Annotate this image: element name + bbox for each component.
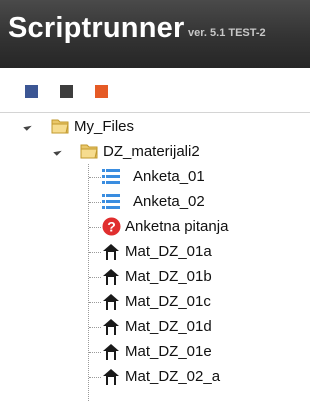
tree-node-dz-materijali2[interactable]: DZ_materijali2 (0, 140, 310, 164)
tree-item[interactable]: Anketa_01 (0, 165, 310, 189)
dark-square-button[interactable] (60, 85, 73, 98)
tree-connector (89, 227, 101, 228)
expand-arrow-icon[interactable] (53, 147, 62, 156)
tree-connector (89, 177, 101, 178)
tree-item[interactable]: Mat_DZ_01e (0, 340, 310, 364)
folder-open-icon (51, 119, 69, 134)
tree-item-label: Mat_DZ_01d (125, 318, 212, 335)
house-icon (103, 369, 119, 385)
app-version: ver. 5.1 TEST-2 (188, 27, 266, 39)
tree-node-my-files[interactable]: My_Files (0, 115, 310, 139)
list-icon (102, 194, 120, 209)
question-icon: ? (102, 217, 121, 236)
tree-connector (89, 377, 101, 378)
tree-connector (89, 352, 101, 353)
house-icon (103, 244, 119, 260)
tree-connector (89, 302, 101, 303)
app-header: Scriptrunner ver. 5.1 TEST-2 (0, 0, 310, 68)
tree-item-label: Mat_DZ_01e (125, 343, 212, 360)
tree-item[interactable]: Mat_DZ_01b (0, 265, 310, 289)
tree-item[interactable]: Anketa_02 (0, 190, 310, 214)
tree-item-label: Mat_DZ_01b (125, 268, 212, 285)
tree-item[interactable]: Mat_DZ_02_a (0, 365, 310, 389)
tree-item[interactable]: Mat_DZ_01c (0, 290, 310, 314)
list-icon (102, 169, 120, 184)
tree-item-label: Mat_DZ_01c (125, 293, 211, 310)
tree-item-label: Anketa_02 (133, 193, 205, 210)
house-icon (103, 269, 119, 285)
tree-connector (89, 327, 101, 328)
toolbar (0, 68, 310, 113)
file-tree: My_Files DZ_materijali2 Anketa_01 Anketa… (0, 113, 310, 401)
tree-item-label: Anketa_01 (133, 168, 205, 185)
tree-node-label: DZ_materijali2 (103, 143, 200, 160)
tree-item[interactable]: Mat_DZ_01d (0, 315, 310, 339)
app-title: Scriptrunner (8, 12, 185, 44)
orange-square-button[interactable] (95, 85, 108, 98)
folder-open-icon (80, 144, 98, 159)
svg-text:?: ? (107, 219, 116, 235)
tree-item-label: Mat_DZ_01a (125, 243, 212, 260)
tree-item-label: Mat_DZ_02_a (125, 368, 221, 385)
tree-item[interactable]: ? Anketna pitanja (0, 215, 310, 239)
tree-node-label: My_Files (74, 118, 135, 135)
tree-connector (89, 202, 101, 203)
tree-connector (89, 252, 101, 253)
tree-item-label: Anketna pitanja (125, 218, 229, 235)
house-icon (103, 294, 119, 310)
expand-arrow-icon[interactable] (23, 122, 32, 131)
house-icon (103, 344, 119, 360)
tree-item[interactable]: Mat_DZ_01a (0, 240, 310, 264)
blue-square-button[interactable] (25, 85, 38, 98)
house-icon (103, 319, 119, 335)
tree-connector (89, 277, 101, 278)
